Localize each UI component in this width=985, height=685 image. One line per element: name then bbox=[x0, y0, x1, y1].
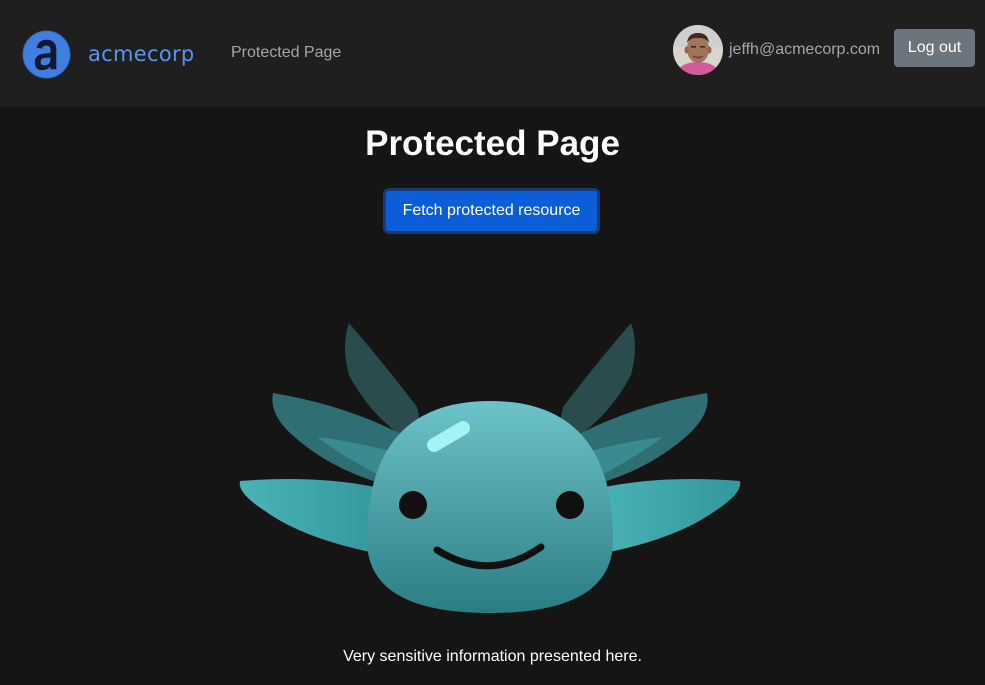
page-title: Protected Page bbox=[365, 124, 620, 163]
sensitive-info-text: Very sensitive information presented her… bbox=[343, 648, 642, 665]
brand-name: acmecorp bbox=[88, 42, 195, 66]
acmecorp-logo-icon bbox=[22, 29, 71, 79]
avatar[interactable] bbox=[673, 25, 723, 75]
user-email: jeffh@acmecorp.com bbox=[729, 41, 881, 58]
navbar: acmecorp Protected Page jeffh@acmecorp.c… bbox=[0, 0, 985, 107]
brand-link[interactable]: acmecorp bbox=[22, 29, 195, 79]
axolotl-mascot-icon bbox=[239, 323, 741, 613]
nav-link-protected-page[interactable]: Protected Page bbox=[231, 44, 341, 62]
fetch-protected-resource-button[interactable]: Fetch protected resource bbox=[383, 188, 600, 234]
user-menu: jeffh@acmecorp.com bbox=[673, 25, 880, 75]
logout-button[interactable]: Log out bbox=[894, 29, 975, 67]
